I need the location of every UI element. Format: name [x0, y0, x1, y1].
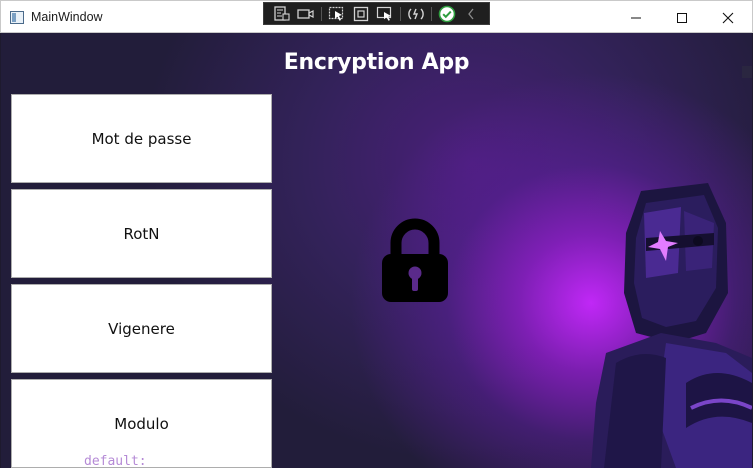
vigenere-button[interactable]: Vigenere — [11, 284, 272, 373]
maximize-button[interactable] — [659, 2, 705, 33]
main-window-content: Encryption App Mot de passe RotN Vigener… — [1, 33, 752, 468]
toolbar-separator — [431, 6, 432, 21]
track-focus-icon[interactable] — [373, 4, 397, 24]
knight-illustration — [591, 183, 752, 468]
minimize-button[interactable] — [613, 2, 659, 33]
mot-de-passe-button[interactable]: Mot de passe — [11, 94, 272, 183]
live-visual-tree-icon[interactable] — [270, 4, 294, 24]
xaml-debug-toolbar — [263, 2, 490, 25]
edge-indicator — [742, 66, 752, 78]
page-title: Encryption App — [283, 50, 470, 75]
app-window-icon — [10, 11, 24, 24]
record-icon[interactable] — [294, 4, 318, 24]
maximize-icon — [677, 12, 687, 23]
rotn-button[interactable]: RotN — [11, 189, 272, 278]
select-element-icon[interactable] — [325, 4, 349, 24]
code-editor-peek: default: — [84, 454, 147, 468]
hot-reload-icon[interactable] — [404, 4, 428, 24]
window-title-bar[interactable]: MainWindow — [0, 0, 753, 33]
toolbar-separator — [400, 6, 401, 21]
check-icon[interactable] — [435, 4, 459, 24]
toolbar-separator — [321, 6, 322, 21]
close-icon — [722, 12, 734, 23]
close-button[interactable] — [705, 2, 751, 33]
display-layout-adorners-icon[interactable] — [349, 4, 373, 24]
window-title: MainWindow — [31, 10, 103, 24]
minimize-icon — [631, 17, 641, 18]
lock-icon — [382, 218, 448, 302]
collapse-chevron-icon[interactable] — [459, 4, 483, 24]
